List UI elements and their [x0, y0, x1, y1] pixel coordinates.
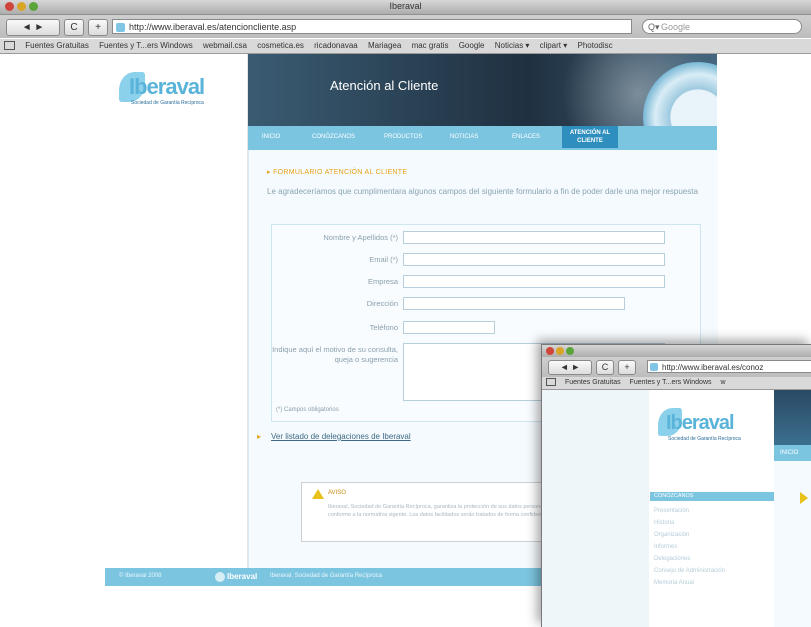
label-motivo: Indique aquí el motivo de su consulta, q…: [272, 345, 398, 364]
footer-text: Iberaval, Sociedad de Garantía Recíproca: [270, 573, 383, 579]
overlay-toolbar: ◄ ► C + http://www.iberaval.es/conoz: [542, 357, 811, 377]
overlay-favicon-icon: [650, 363, 658, 371]
overlay-nav-item[interactable]: Delegaciones: [654, 556, 769, 568]
direccion-input[interactable]: [403, 297, 625, 310]
label-empresa: Empresa: [367, 277, 398, 286]
delegaciones-link[interactable]: Ver listado de delegaciones de Iberaval: [271, 432, 411, 441]
reload-button[interactable]: C: [64, 19, 84, 36]
back-forward-buttons[interactable]: ◄ ►: [6, 19, 60, 36]
overlay-nav-list: Presentación Historia Organización Infor…: [654, 508, 769, 592]
nav-atencion-cliente[interactable]: ATENCIÓN AL CLIENTE: [562, 126, 618, 148]
title-bar: Iberaval: [0, 0, 811, 15]
bookmark-item[interactable]: Google: [459, 41, 485, 50]
bookmark-item[interactable]: ricadonavaa: [314, 41, 358, 50]
nav-noticias[interactable]: NOTICIAS: [450, 134, 478, 140]
bookmark-item[interactable]: webmail.csa: [203, 41, 247, 50]
nav-inicio[interactable]: INICIO: [262, 134, 280, 140]
header-banner: Atención al Cliente: [248, 54, 717, 126]
logo-subtitle: Sociedad de Garantía Recíproca: [131, 100, 204, 106]
overlay-zoom-button[interactable]: [566, 347, 574, 355]
address-url: http://www.iberaval.es/atencioncliente.a…: [129, 22, 297, 32]
iberaval-logo[interactable]: Iberaval Sociedad de Garantía Recíproca: [119, 72, 239, 112]
overlay-viewport: Iberaval Sociedad de Garantía Recíproca …: [542, 390, 811, 627]
overlay-arrow-icon: [800, 492, 808, 504]
main-nav: INICIO CONÓZCANOS PRODUCTOS NOTICIAS ENL…: [248, 126, 717, 150]
overlay-bookmarks-book-icon[interactable]: [546, 378, 556, 387]
bookmarks-book-icon[interactable]: [4, 41, 15, 51]
overlay-reload-button[interactable]: C: [596, 360, 614, 375]
bookmark-item[interactable]: Fuentes Gratuitas: [25, 41, 89, 50]
overlay-back-forward-buttons[interactable]: ◄ ►: [548, 360, 592, 375]
footer-copyright: © Iberaval 2008: [119, 573, 162, 579]
add-bookmark-button[interactable]: +: [88, 19, 108, 36]
overlay-nav-header: CONÓZCANOS: [650, 492, 774, 501]
nombre-input[interactable]: [403, 231, 665, 244]
overlay-bookmarks-bar: Fuentes Gratuitas Fuentes y T...ers Wind…: [542, 377, 811, 390]
label-email: Email (*): [369, 255, 398, 264]
overlay-nav-strip[interactable]: INICIO: [774, 445, 811, 461]
footer-logo[interactable]: Iberaval: [215, 570, 257, 584]
intro-text: Le agradeceríamos que cumplimentara algu…: [267, 187, 698, 196]
overlay-close-button[interactable]: [546, 347, 554, 355]
bookmark-item[interactable]: Photodisc: [577, 41, 612, 50]
window-title: Iberaval: [389, 1, 422, 11]
left-column: Iberaval Sociedad de Garantía Recíproca: [105, 54, 248, 584]
empresa-input[interactable]: [403, 275, 665, 288]
required-note: (*) Campos obligatorios: [276, 407, 339, 413]
banner-title: Atención al Cliente: [330, 78, 439, 93]
bookmarks-bar: Fuentes Gratuitas Fuentes y T...ers Wind…: [0, 39, 811, 54]
overlay-logo[interactable]: Iberaval Sociedad de Garantía Recíproca: [658, 408, 768, 444]
bookmark-item[interactable]: Fuentes y T...ers Windows: [99, 41, 193, 50]
overlay-nav-item[interactable]: Presentación: [654, 508, 769, 520]
overlay-title-bar: [542, 345, 811, 357]
overlay-browser-window: ◄ ► C + http://www.iberaval.es/conoz Fue…: [541, 344, 811, 627]
browser-toolbar: ◄ ► C + http://www.iberaval.es/atencionc…: [0, 15, 811, 38]
overlay-bookmark-item[interactable]: Fuentes y T...ers Windows: [630, 379, 712, 386]
overlay-nav-item[interactable]: Informes: [654, 544, 769, 556]
overlay-banner: [774, 390, 811, 445]
bookmark-item[interactable]: mac gratis: [412, 41, 449, 50]
bookmark-item[interactable]: cosmetica.es: [257, 41, 304, 50]
label-telefono: Teléfono: [369, 323, 398, 332]
overlay-add-button[interactable]: +: [618, 360, 636, 375]
overlay-address-bar[interactable]: http://www.iberaval.es/conoz: [647, 360, 811, 373]
overlay-bookmark-item[interactable]: Fuentes Gratuitas: [565, 379, 621, 386]
bookmark-item[interactable]: Noticias ▾: [495, 41, 530, 50]
logo-text: Iberaval: [129, 74, 205, 99]
nav-enlaces[interactable]: ENLACES: [512, 134, 540, 140]
overlay-bookmark-item[interactable]: w: [720, 379, 725, 386]
overlay-nav-item[interactable]: Memoria Anual: [654, 580, 769, 592]
bullet-icon: ▸: [257, 432, 262, 441]
search-placeholder: Google: [661, 22, 691, 32]
label-nombre: Nombre y Apellidos (*): [323, 233, 398, 242]
notice-title: AVISO: [328, 490, 346, 496]
label-direccion: Dirección: [366, 299, 398, 308]
telefono-input[interactable]: [403, 321, 495, 334]
section-title: ▸ FORMULARIO ATENCIÓN AL CLIENTE: [267, 169, 408, 176]
footer-logo-icon: [215, 572, 225, 582]
address-bar[interactable]: http://www.iberaval.es/atencioncliente.a…: [112, 19, 632, 34]
email-input[interactable]: [403, 253, 665, 266]
overlay-nav-item[interactable]: Consejo de Administración: [654, 568, 769, 580]
search-field[interactable]: Q▾ Google: [642, 19, 802, 34]
warning-icon: [312, 489, 324, 499]
notice-box: AVISO Iberaval, Sociedad de Garantía Rec…: [301, 482, 563, 542]
nav-conozcanos[interactable]: CONÓZCANOS: [312, 134, 355, 140]
search-icon: Q▾: [648, 22, 660, 32]
overlay-nav-item[interactable]: Historia: [654, 520, 769, 532]
bookmark-item[interactable]: Mariagea: [368, 41, 401, 50]
overlay-address-url: http://www.iberaval.es/conoz: [662, 363, 764, 372]
nav-productos[interactable]: PRODUCTOS: [384, 134, 422, 140]
overlay-minimize-button[interactable]: [556, 347, 564, 355]
overlay-nav-item[interactable]: Organización: [654, 532, 769, 544]
favicon-icon: [116, 23, 125, 32]
notice-body: Iberaval, Sociedad de Garantía Recíproca…: [328, 504, 552, 518]
bookmark-item[interactable]: clipart ▾: [540, 41, 568, 50]
